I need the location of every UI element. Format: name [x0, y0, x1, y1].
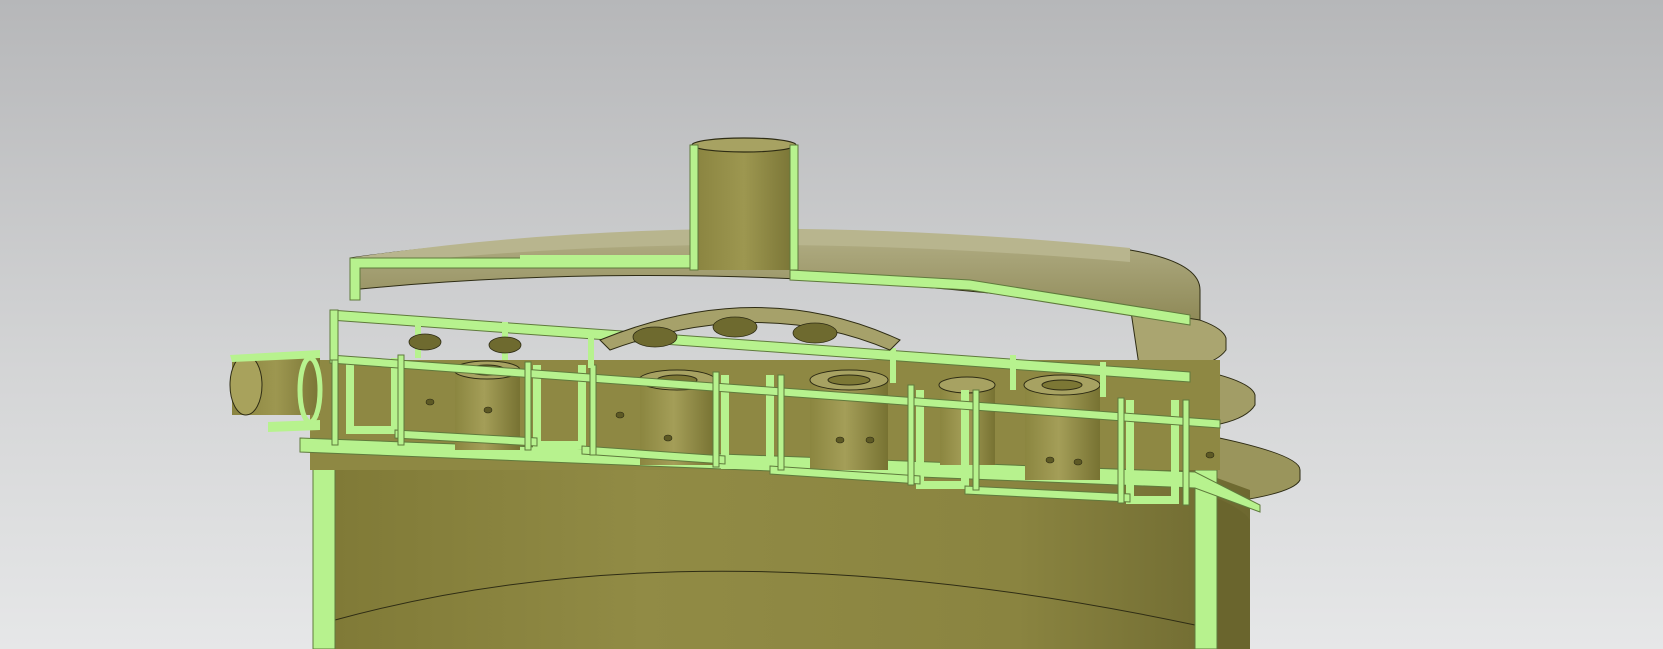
inlet-pipe [229, 350, 323, 432]
shell-cut-right [1194, 469, 1218, 649]
cad-model [229, 137, 1301, 649]
top-outlet-pipe [689, 137, 799, 271]
cad-viewport[interactable] [0, 0, 1663, 649]
